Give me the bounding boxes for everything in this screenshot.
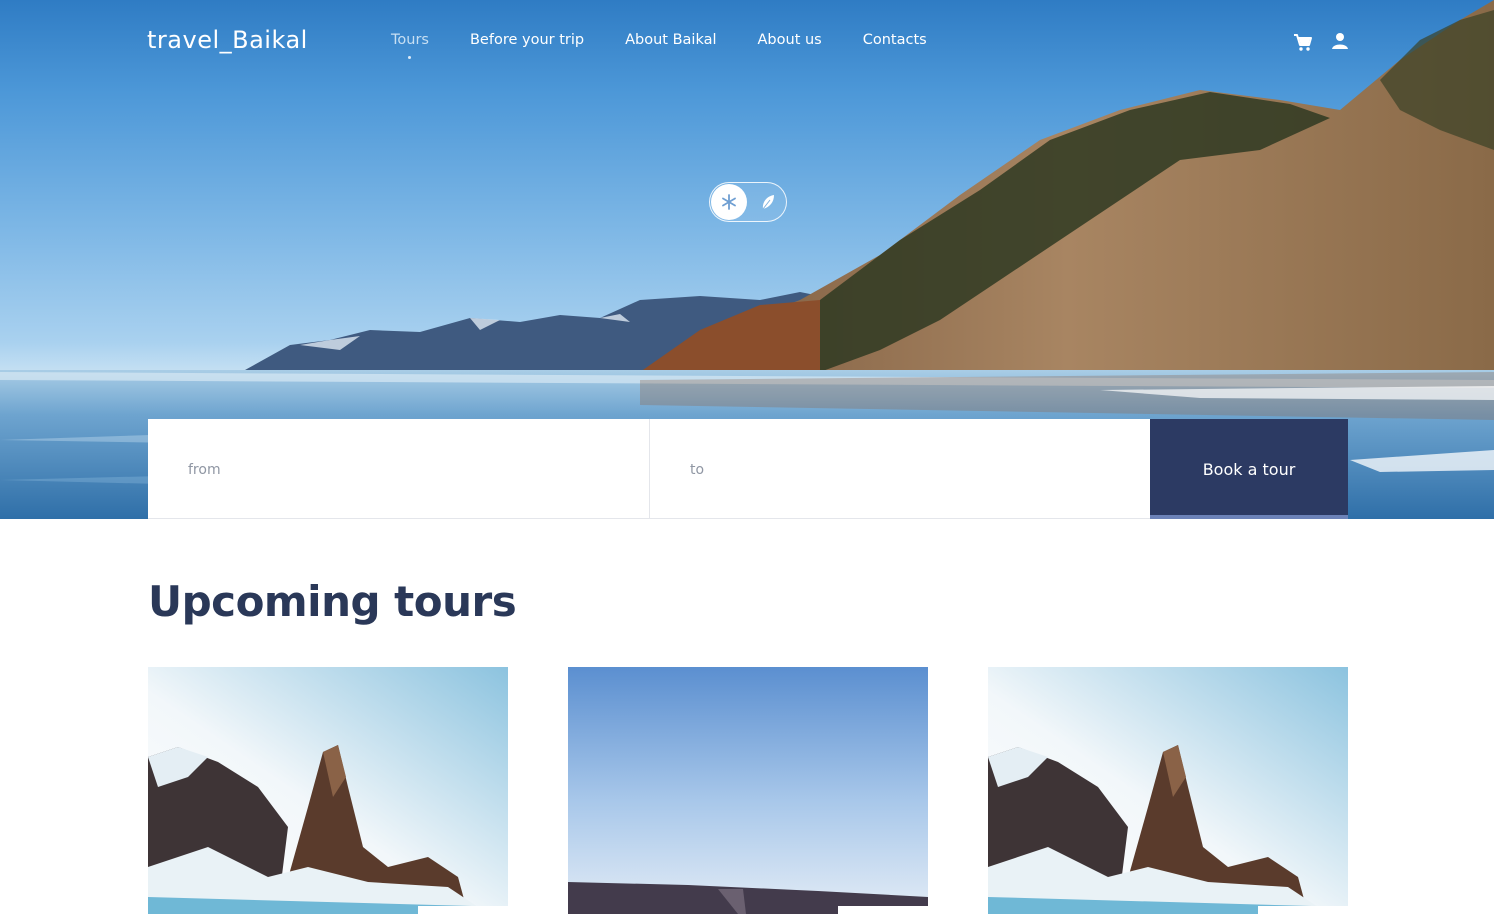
main-nav: Tours Before your trip About Baikal Abou… [391,32,927,59]
nav-item-contacts[interactable]: Contacts [863,32,927,48]
tour-card-image [988,667,1348,914]
tour-card[interactable] [988,667,1348,914]
nav-item-about-us[interactable]: About us [758,32,822,48]
nav-item-about-baikal[interactable]: About Baikal [625,32,716,48]
cart-icon[interactable] [1293,32,1313,52]
to-date-input[interactable] [690,459,1110,481]
upcoming-tours-heading: Upcoming tours [148,577,517,626]
tour-card-image [568,667,928,914]
tour-card[interactable] [148,667,508,914]
card-corner-tab [418,906,508,914]
hero-banner: travel_Baikal Tours Before your trip Abo… [0,0,1494,519]
snowflake-icon[interactable] [711,184,747,220]
from-date-input[interactable] [188,459,608,481]
user-icon[interactable] [1331,32,1349,50]
nav-item-tours[interactable]: Tours [391,32,429,59]
season-toggle[interactable] [709,182,787,222]
card-corner-tab [838,906,928,914]
tour-card-image [148,667,508,914]
booking-bar: Book a tour [148,419,1348,519]
to-field-container [649,419,1150,519]
logo[interactable]: travel_Baikal [147,26,308,54]
from-field-container [148,419,649,519]
book-tour-button[interactable]: Book a tour [1150,419,1348,519]
nav-item-before-your-trip[interactable]: Before your trip [470,32,584,48]
card-corner-tab [1258,906,1348,914]
leaf-icon[interactable] [754,188,782,216]
tour-card[interactable] [568,667,928,914]
